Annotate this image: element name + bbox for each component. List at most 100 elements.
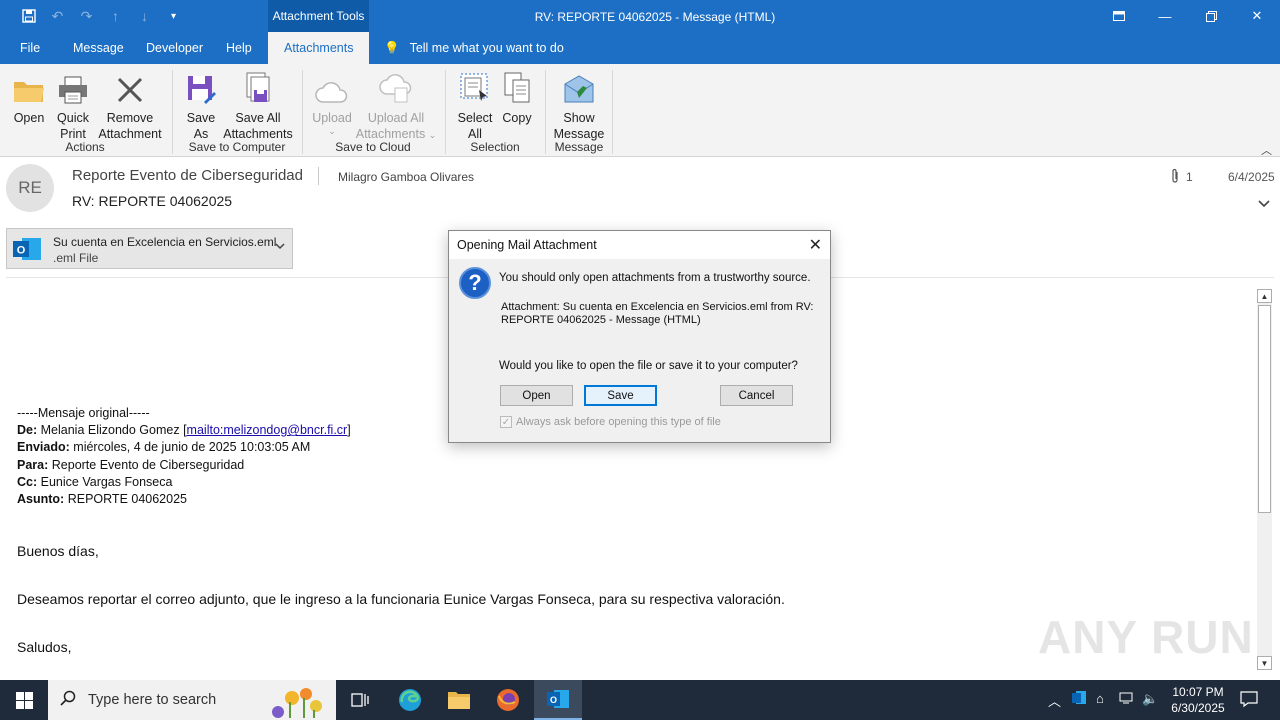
- task-view-icon[interactable]: [340, 686, 380, 714]
- dialog-save-button[interactable]: Save: [584, 385, 657, 406]
- attachment-name: Su cuenta en Excelencia en Servicios.eml: [53, 235, 277, 249]
- show-message-label-1: Show: [563, 111, 595, 125]
- open-button[interactable]: Open: [8, 70, 50, 126]
- ribbon: Open Quick Print Remove Attachment Actio…: [0, 64, 1280, 157]
- scroll-down-icon[interactable]: ▼: [1257, 656, 1272, 670]
- vertical-scrollbar[interactable]: ▲ ▼: [1257, 289, 1272, 670]
- sender-email-link[interactable]: mailto:melizondog@bncr.fi.cr: [187, 423, 348, 437]
- quick-print-label-1: Quick: [57, 111, 89, 125]
- message-date: 6/4/2025: [1228, 170, 1275, 184]
- notifications-icon[interactable]: [1240, 690, 1258, 711]
- show-message-icon: [553, 70, 605, 104]
- taskbar-search[interactable]: Type here to search: [48, 680, 336, 720]
- outlook-taskbar-button[interactable]: O: [534, 680, 582, 720]
- expand-header-icon[interactable]: [1258, 197, 1270, 211]
- ribbon-display-options-icon[interactable]: [1096, 0, 1142, 32]
- lightbulb-icon: 💡: [384, 41, 400, 55]
- dialog-cancel-button[interactable]: Cancel: [720, 385, 793, 406]
- ribbon-separator: [172, 70, 173, 154]
- tell-me-search[interactable]: 💡 Tell me what you want to do: [384, 32, 564, 64]
- ribbon-separator: [445, 70, 446, 154]
- clock-date: 6/30/2025: [1171, 701, 1225, 715]
- quick-print-button[interactable]: Quick Print: [52, 70, 94, 142]
- attachment-type: .eml File: [53, 251, 99, 265]
- upload-button[interactable]: Upload ⌄: [310, 70, 354, 136]
- group-save-cloud-label: Save to Cloud: [335, 140, 411, 154]
- cc-value: Eunice Vargas Fonseca: [40, 474, 173, 489]
- attachment-item[interactable]: O Su cuenta en Excelencia en Servicios.e…: [6, 228, 293, 269]
- para-label: Para:: [17, 457, 49, 472]
- message-header: RE Reporte Evento de Ciberseguridad Mila…: [0, 157, 1280, 221]
- paperclip-icon: [1170, 168, 1180, 187]
- save-all-icon: [222, 70, 294, 104]
- collapse-ribbon-icon[interactable]: ︿: [1261, 142, 1272, 158]
- volume-icon[interactable]: 🔈: [1142, 691, 1158, 707]
- attachment-dropdown-icon[interactable]: [275, 241, 285, 253]
- outlook-tray-icon[interactable]: [1071, 690, 1087, 709]
- dialog-open-button[interactable]: Open: [500, 385, 573, 406]
- svg-text:O: O: [550, 695, 557, 705]
- closing-text: Saludos,: [17, 639, 72, 655]
- scroll-thumb[interactable]: [1258, 305, 1271, 513]
- close-button[interactable]: ✕: [1234, 0, 1280, 32]
- tab-developer[interactable]: Developer: [146, 32, 203, 64]
- clock-time: 10:07 PM: [1172, 685, 1224, 699]
- restore-button[interactable]: [1188, 0, 1234, 32]
- select-all-icon: [453, 70, 497, 104]
- select-all-button[interactable]: Select All: [453, 70, 497, 142]
- remove-attachment-button[interactable]: Remove Attachment: [96, 70, 164, 142]
- outlook-icon: O: [546, 688, 570, 713]
- redo-icon[interactable]: ↷: [72, 7, 101, 25]
- customize-qat-icon[interactable]: ▾: [159, 7, 188, 25]
- copy-icon: [499, 70, 535, 104]
- dialog-question: Would you like to open the file or save …: [499, 360, 798, 372]
- save-icon[interactable]: [14, 7, 43, 25]
- firefox-icon[interactable]: [488, 686, 528, 714]
- dialog-detail: Attachment: Su cuenta en Excelencia en S…: [501, 301, 814, 326]
- group-message-label: Message: [554, 140, 604, 154]
- edge-browser-icon[interactable]: [390, 686, 430, 714]
- down-arrow-icon[interactable]: ↓: [130, 7, 159, 25]
- recipient-name[interactable]: Milagro Gamboa Olivares: [338, 170, 474, 184]
- show-hidden-icons-icon[interactable]: ︿: [1048, 691, 1061, 710]
- always-ask-checkbox[interactable]: ✓ Always ask before opening this type of…: [500, 416, 721, 428]
- windows-start-icon[interactable]: [0, 680, 48, 720]
- up-arrow-icon[interactable]: ↑: [101, 7, 130, 25]
- save-all-attachments-button[interactable]: Save All Attachments: [222, 70, 294, 142]
- tray-device-icon[interactable]: ⌂: [1096, 691, 1104, 706]
- show-message-button[interactable]: Show Message: [553, 70, 605, 142]
- scroll-up-icon[interactable]: ▲: [1257, 289, 1272, 303]
- dialog-close-icon[interactable]: ✕: [809, 235, 822, 255]
- tab-help[interactable]: Help: [226, 32, 252, 64]
- save-as-icon: [180, 70, 222, 104]
- network-icon[interactable]: [1119, 691, 1135, 708]
- save-all-label-1: Save All: [235, 111, 281, 125]
- attachment-tools-context: Attachment Tools: [268, 0, 369, 32]
- flowers-decoration-icon: [260, 684, 326, 720]
- ribbon-separator: [302, 70, 303, 154]
- tab-attachments[interactable]: Attachments: [268, 32, 370, 64]
- file-explorer-icon[interactable]: [439, 686, 479, 714]
- cc-label: Cc:: [17, 474, 38, 489]
- asunto-label: Asunto:: [17, 492, 65, 507]
- de-label: De:: [17, 423, 38, 438]
- tab-message[interactable]: Message: [73, 32, 124, 64]
- search-icon: [60, 690, 76, 711]
- tab-file[interactable]: File: [20, 32, 40, 64]
- select-all-label-1: Select: [457, 111, 493, 125]
- taskbar-clock[interactable]: 10:07 PM 6/30/2025: [1168, 684, 1228, 716]
- minimize-button[interactable]: —: [1142, 0, 1188, 32]
- upload-all-icon: [354, 70, 438, 104]
- copy-button[interactable]: Copy: [499, 70, 535, 126]
- open-label: Open: [13, 111, 45, 125]
- asunto-value: REPORTE 04062025: [67, 492, 187, 507]
- upload-all-attachments-button[interactable]: Upload All Attachments ⌄: [354, 70, 438, 143]
- sender-name[interactable]: Reporte Evento de Ciberseguridad: [72, 167, 303, 184]
- search-placeholder: Type here to search: [88, 692, 217, 708]
- checkbox-check-icon: ✓: [500, 416, 512, 428]
- undo-icon[interactable]: ↶: [43, 7, 72, 25]
- save-as-button[interactable]: Save As: [180, 70, 222, 142]
- de-value: Melania Elizondo Gomez [: [40, 423, 187, 438]
- copy-label: Copy: [502, 111, 532, 125]
- ribbon-tabs: File Message Developer Help Attachments …: [0, 32, 1280, 64]
